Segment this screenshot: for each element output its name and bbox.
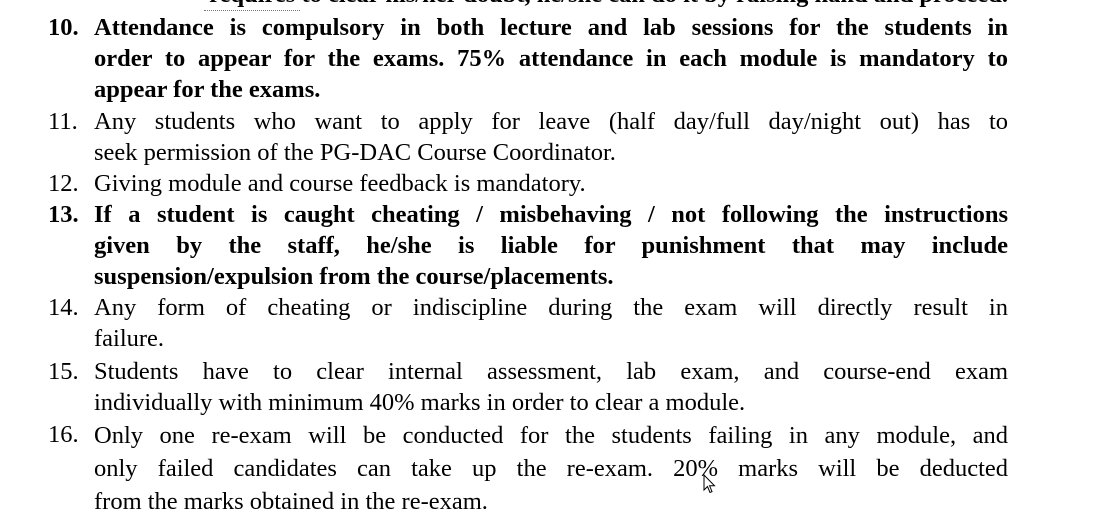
item-line: given by the staff, he/she is liable for…: [94, 232, 1008, 259]
item-text: Only one re-exam will be conducted for t…: [94, 419, 1008, 518]
item-line: Attendance is compulsory in both lecture…: [94, 14, 1008, 41]
item-line: only failed candidates can take up the r…: [94, 455, 1008, 482]
item-text: If a student is caught cheating / misbeh…: [94, 199, 1008, 292]
item-number: 10.: [48, 14, 79, 41]
item-line: suspension/expulsion from the course/pla…: [94, 263, 614, 290]
item-number: 11.: [48, 108, 78, 135]
item-line: from the marks obtained in the re-exam.: [94, 488, 488, 515]
item-number: 13.: [48, 201, 79, 228]
spellcheck-underline: [204, 6, 300, 11]
item-number: 12.: [48, 170, 79, 197]
item-line: Any form of cheating or indiscipline dur…: [94, 294, 1008, 321]
item-number: 15.: [48, 358, 79, 385]
item-line: Giving module and course feedback is man…: [94, 170, 586, 197]
mouse-pointer-icon: [703, 474, 716, 494]
item-line: Only one re-exam will be conducted for t…: [94, 422, 1008, 449]
item-number: 16.: [48, 421, 79, 448]
item-number: 14.: [48, 294, 79, 321]
item-text: Any students who want to apply for leave…: [94, 106, 1008, 168]
item-text: Students have to clear internal assessme…: [94, 356, 1008, 418]
item-line: individually with minimum 40% marks in o…: [94, 389, 746, 416]
item-line: appear for the exams.: [94, 76, 321, 103]
item-line: failure.: [94, 325, 165, 352]
item-text: Any form of cheating or indiscipline dur…: [94, 292, 1008, 354]
item-text: Giving module and course feedback is man…: [94, 168, 1008, 199]
item-line: order to appear for the exams. 75% atten…: [94, 45, 1008, 72]
item-line: seek permission of the PG-DAC Course Coo…: [94, 139, 616, 166]
item-text: Attendance is compulsory in both lecture…: [94, 12, 1008, 105]
item-line: If a student is caught cheating / misbeh…: [94, 201, 1008, 228]
document-page: requires to clear his/her doubt, he/she …: [0, 0, 1095, 523]
item-line: Students have to clear internal assessme…: [94, 358, 1008, 385]
item-line: Any students who want to apply for leave…: [94, 108, 1008, 135]
